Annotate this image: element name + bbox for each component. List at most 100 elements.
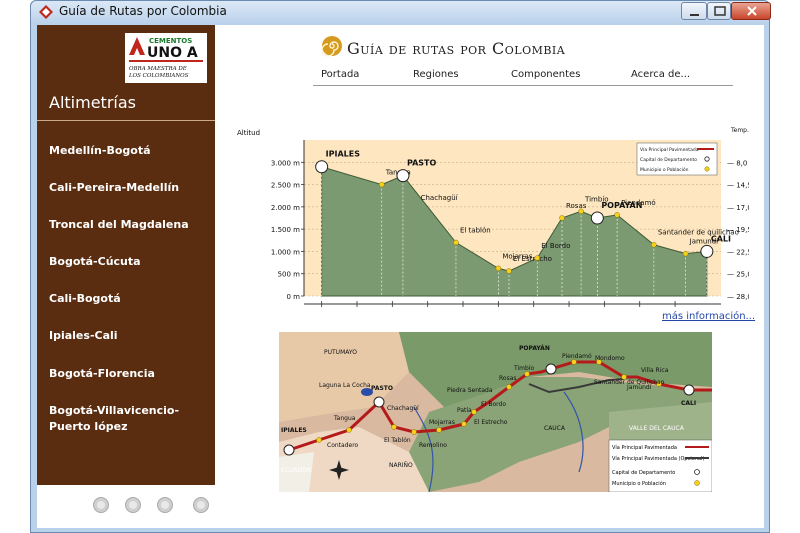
svg-text:IPIALES: IPIALES — [281, 427, 307, 434]
route-medellin-bogota[interactable]: Medellín-Bogotá — [49, 143, 151, 159]
route-troncal-del-magdalena[interactable]: Troncal del Magdalena — [49, 217, 189, 233]
app-content: CEMENTOS UNO A OBRA MAESTRA DE LOS COLOM… — [37, 25, 764, 528]
svg-text:Laguna La Cocha: Laguna La Cocha — [319, 382, 371, 389]
legend-road: Vía Principal Pavimentada — [640, 146, 699, 153]
more-info-link[interactable]: más información... — [662, 311, 755, 322]
temp-axis-title: Temp. aprox. — [730, 127, 749, 134]
y-tick-label: 0 m — [287, 293, 301, 301]
legend-capital: Capital de Departamento — [640, 157, 697, 163]
page-title: Guía de rutas por Colombia — [347, 39, 566, 58]
section-title: Altimetrías — [49, 93, 136, 112]
capital-marker — [396, 169, 410, 183]
svg-text:CAUCA: CAUCA — [544, 425, 566, 432]
window-title: Guía de Rutas por Colombia — [59, 4, 227, 18]
point-label: Piendamó — [621, 199, 656, 207]
y-tick-label: 3.000 m — [271, 159, 300, 167]
menu-componentes[interactable]: Componentes — [511, 69, 580, 80]
temp-tick-label: — 28,0 ºC — [727, 293, 749, 301]
municipio-marker — [578, 208, 584, 215]
svg-text:Jamundí: Jamundí — [626, 384, 652, 391]
point-label: Chachagüí — [421, 194, 459, 202]
maximize-icon — [714, 6, 726, 16]
svg-text:Contadero: Contadero — [327, 442, 359, 449]
legend-capital-swatch — [704, 156, 710, 162]
svg-text:El Bordo: El Bordo — [481, 401, 506, 408]
next-icon[interactable] — [193, 497, 209, 513]
route-bogota-florencia[interactable]: Bogotá-Florencia — [49, 366, 155, 382]
svg-text:NARIÑO: NARIÑO — [389, 462, 413, 469]
minimize-button[interactable] — [681, 2, 707, 20]
route-ipiales-cali[interactable]: Ipiales-Cali — [49, 328, 118, 344]
svg-text:ECUADOR: ECUADOR — [281, 467, 311, 474]
svg-text:Mondomo: Mondomo — [595, 355, 625, 362]
legend-municipio-swatch — [704, 166, 710, 172]
capital-marker — [700, 244, 714, 258]
y-axis-title: Altitud — [237, 129, 260, 137]
home-icon[interactable] — [93, 497, 109, 513]
point-label: Rosas — [566, 202, 587, 210]
svg-text:PUTUMAYO: PUTUMAYO — [324, 349, 357, 356]
municipio-marker — [682, 250, 689, 257]
back-icon[interactable] — [125, 497, 141, 513]
svg-text:El Tablón: El Tablón — [384, 437, 411, 444]
close-button[interactable] — [731, 2, 771, 20]
point-label: El tablón — [460, 227, 491, 235]
municipio-marker — [495, 265, 502, 272]
svg-text:OBRA MAESTRA DE: OBRA MAESTRA DE — [129, 66, 187, 72]
elevation-chart: 3.000 m — 8,0 ºC 2.500 m — 14,5 ºC 2.000 m — … — [237, 127, 749, 307]
route-cali-bogota[interactable]: Cali-Bogotá — [49, 291, 121, 307]
municipio-marker — [614, 212, 620, 218]
point-label: PASTO — [407, 159, 437, 168]
svg-text:Villa Rica: Villa Rica — [641, 367, 669, 374]
svg-text:Mojarras: Mojarras — [429, 419, 455, 426]
cementos-uno-a-logo: CEMENTOS UNO A OBRA MAESTRA DE LOS COLOM… — [125, 33, 207, 83]
route-bogota-villavicencio-puerto-lopez[interactable]: Bogotá-Villavicencio- Puerto lópez — [49, 403, 179, 435]
forward-icon[interactable] — [157, 497, 173, 513]
menu-regiones[interactable]: Regiones — [413, 69, 459, 80]
municipio-marker — [559, 215, 565, 221]
title-bar[interactable]: Guía de Rutas por Colombia — [31, 1, 771, 23]
municipio-marker — [651, 241, 657, 248]
svg-text:Timbío: Timbío — [513, 365, 534, 372]
svg-text:POPAYÁN: POPAYÁN — [519, 345, 550, 352]
capital-marker — [315, 160, 329, 174]
svg-text:CALI: CALI — [681, 400, 696, 407]
temp-tick-label: — 14,5 ºC — [727, 182, 749, 190]
svg-text:LOS COLOMBIANOS: LOS COLOMBIANOS — [128, 73, 189, 79]
maximize-button[interactable] — [707, 2, 731, 20]
menu-acerca-de[interactable]: Acerca de... — [631, 69, 690, 80]
svg-text:PASTO: PASTO — [371, 385, 393, 392]
svg-text:Capital de Departamento: Capital de Departamento — [612, 470, 675, 476]
legend-municipio: Municipio o Población — [640, 166, 689, 173]
municipio-marker — [534, 255, 540, 261]
point-label: El Estrecho — [513, 255, 552, 263]
svg-text:VALLE DEL CAUCA: VALLE DEL CAUCA — [629, 425, 685, 432]
capital-marker — [590, 211, 604, 225]
y-tick-label: 2.500 m — [271, 182, 300, 190]
svg-text:UNO A: UNO A — [147, 45, 198, 61]
point-label: IPIALES — [326, 150, 361, 159]
map-legend: Vía Principal Pavimentada Vía Principal … — [608, 439, 712, 492]
municipio-marker — [506, 268, 512, 274]
svg-text:Rosas: Rosas — [499, 375, 517, 382]
point-label: El Bordo — [541, 242, 570, 250]
svg-text:Piedra Sentada: Piedra Sentada — [447, 387, 493, 394]
svg-text:Vía Principal Pavimentada: Vía Principal Pavimentada — [612, 444, 677, 451]
minimize-icon — [690, 14, 699, 16]
municipio-marker — [378, 181, 385, 188]
svg-text:Remolino: Remolino — [419, 442, 447, 449]
svg-text:Chachagüí: Chachagüí — [387, 405, 419, 412]
y-tick-label: 500 m — [278, 271, 301, 279]
temp-tick-label: — 8,0 ºC — [727, 159, 749, 167]
svg-text:CEMENTOS: CEMENTOS — [149, 37, 192, 45]
menu-portada[interactable]: Portada — [321, 69, 359, 80]
section-divider — [37, 120, 215, 121]
svg-text:Tangua: Tangua — [333, 415, 356, 422]
route-bogota-cucuta[interactable]: Bogotá-Cúcuta — [49, 254, 141, 270]
y-tick-label: 1.500 m — [271, 226, 300, 234]
route-cali-pereira-medellin[interactable]: Cali-Pereira-Medellín — [49, 180, 179, 196]
svg-text:Patía: Patía — [457, 407, 472, 414]
y-tick-label: 1.000 m — [271, 248, 300, 256]
close-icon — [747, 6, 757, 16]
route-map: PUTUMAYO NARIÑO CAUCA VALLE DEL CAUCA EC… — [279, 332, 712, 492]
